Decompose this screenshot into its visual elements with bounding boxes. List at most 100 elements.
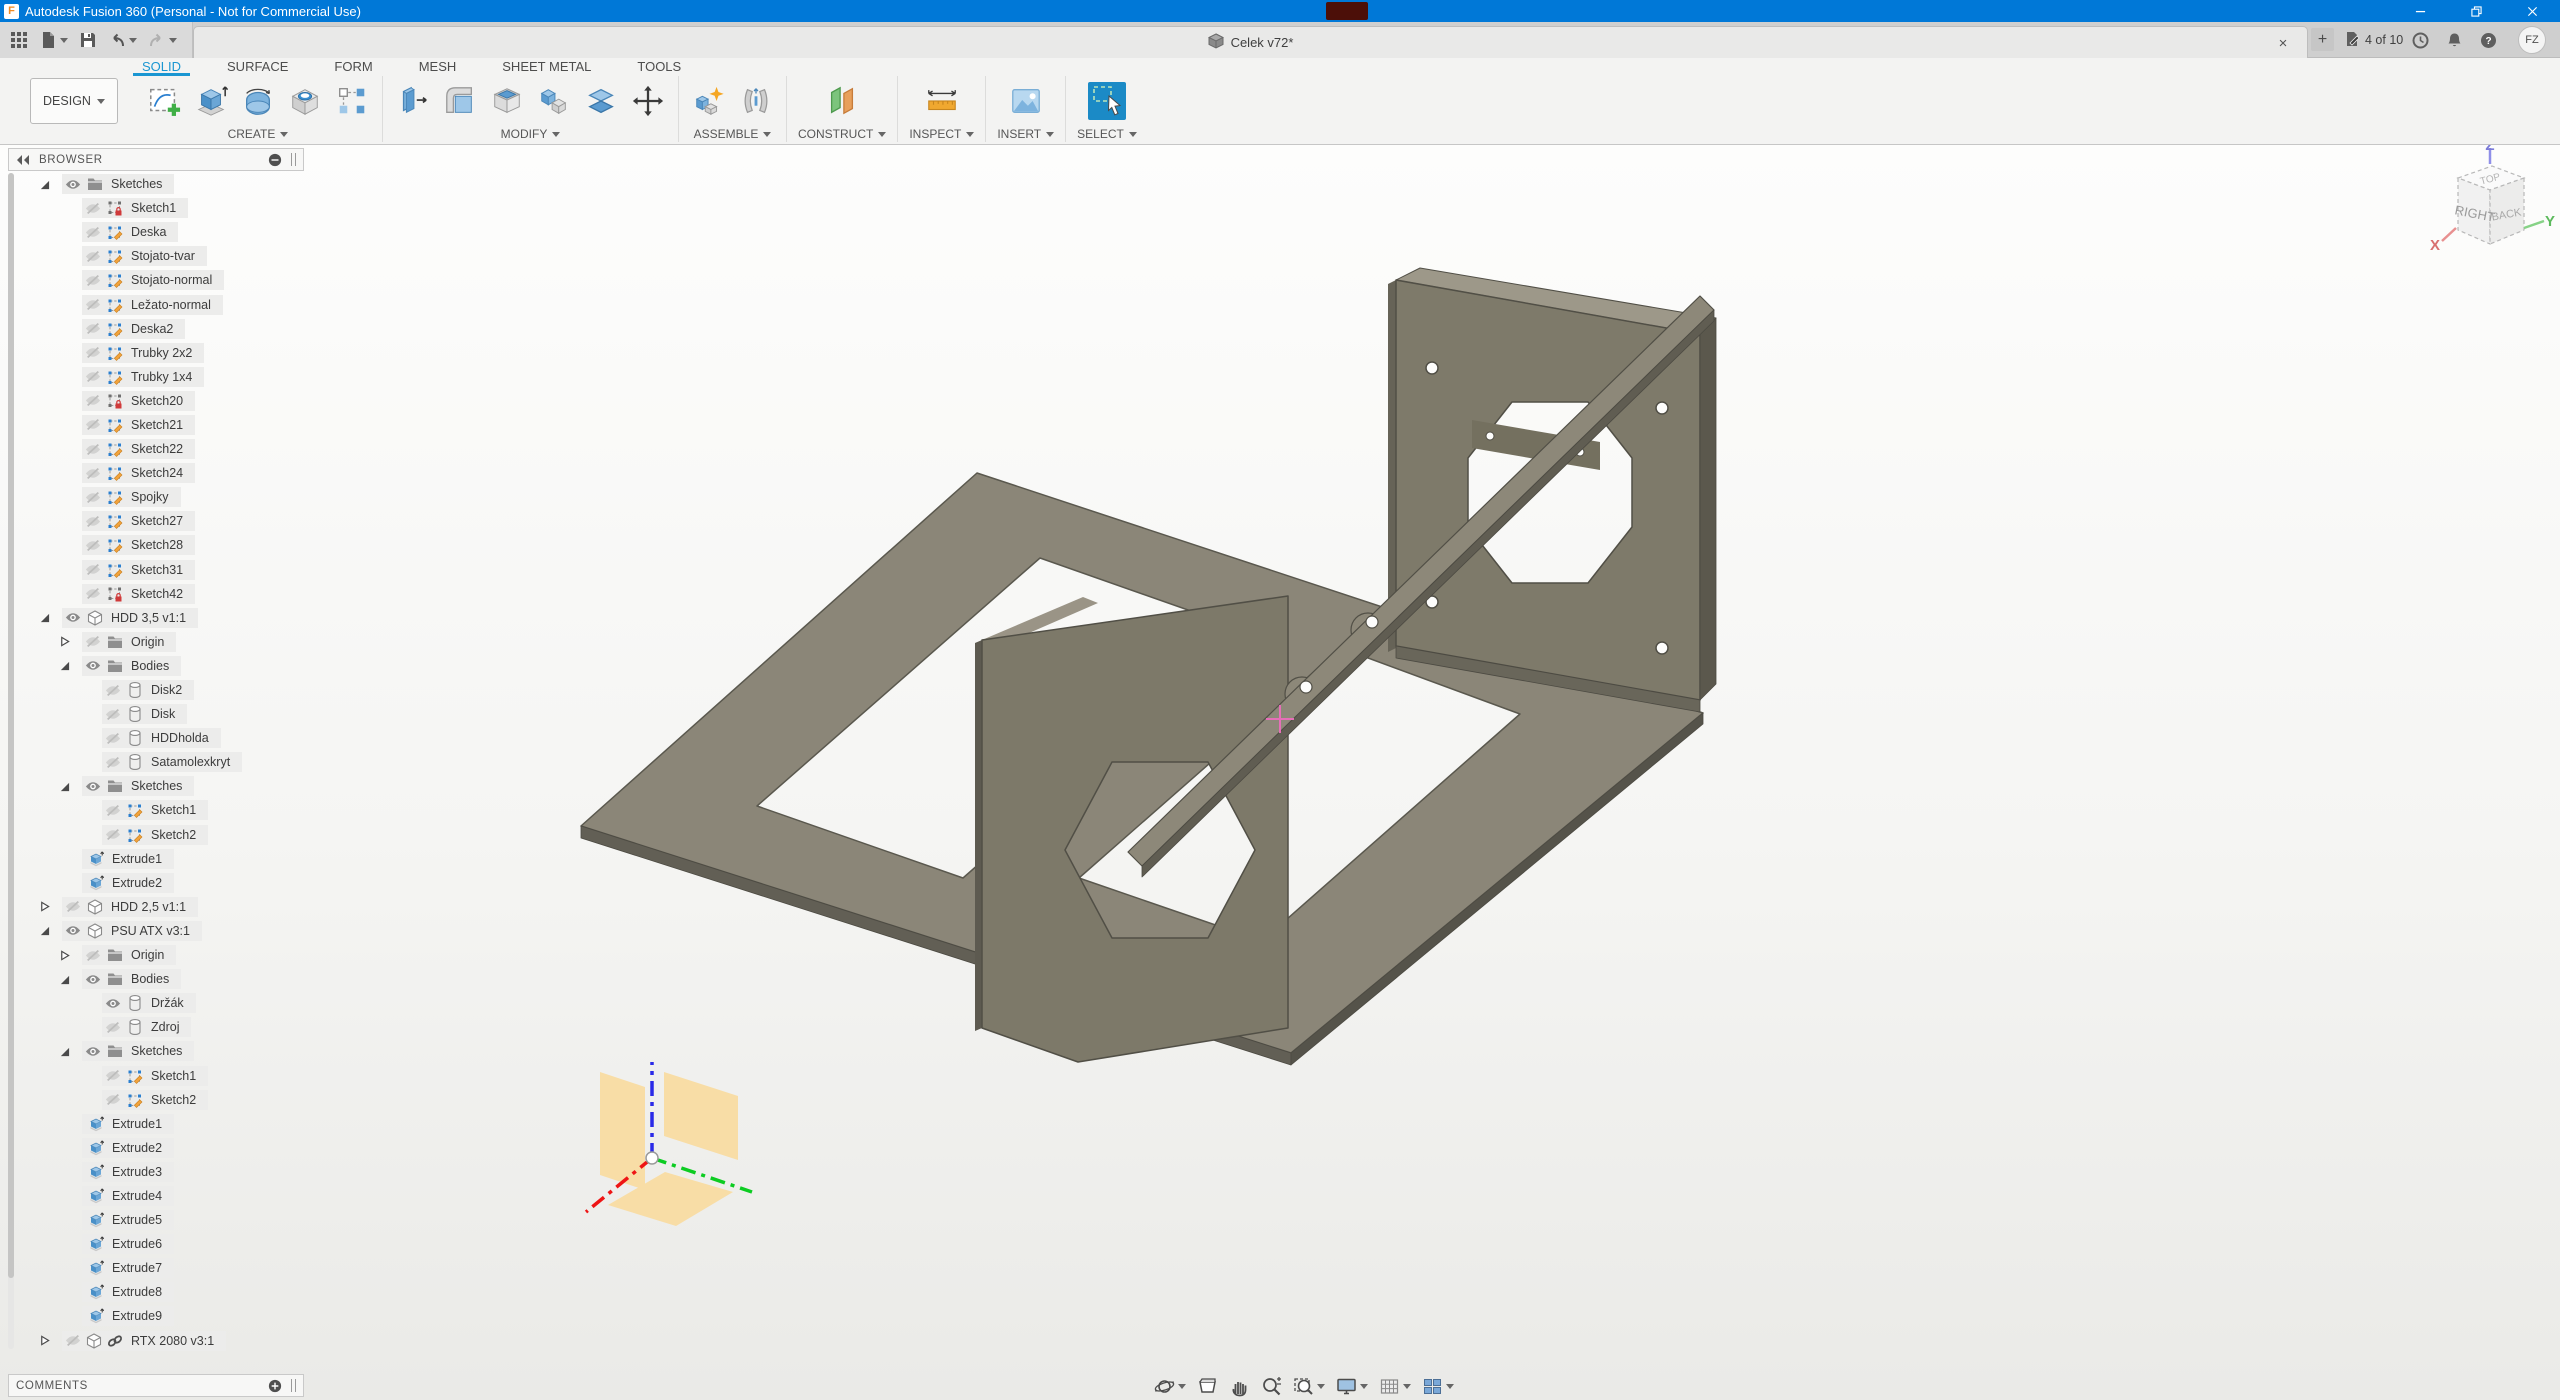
tree-item-sketch20[interactable]: Sketch20 (8, 389, 304, 413)
origin-point[interactable] (646, 1152, 658, 1164)
look-at-button[interactable] (1195, 1374, 1220, 1399)
visibility-on-icon[interactable] (85, 781, 104, 792)
visibility-off-icon[interactable] (105, 709, 124, 720)
visibility-off-icon[interactable] (85, 275, 104, 286)
tree-item-extrude7[interactable]: Extrude7 (8, 1256, 304, 1280)
save-button[interactable] (79, 31, 97, 49)
zoom-button[interactable] (1259, 1374, 1284, 1399)
expand-arrow-icon[interactable] (59, 636, 70, 647)
new-tab-button[interactable]: + (2311, 28, 2334, 51)
visibility-off-icon[interactable] (85, 323, 104, 334)
tree-item-extrude5[interactable]: Extrude5 (8, 1208, 304, 1232)
visibility-off-icon[interactable] (85, 564, 104, 575)
visibility-off-icon[interactable] (85, 299, 104, 310)
visibility-off-icon[interactable] (105, 733, 124, 744)
orbit-button[interactable] (1152, 1374, 1188, 1399)
ribbon-tab-mesh[interactable]: MESH (419, 59, 457, 74)
tree-item-origin[interactable]: Origin (8, 630, 304, 654)
fit-button[interactable] (1291, 1374, 1327, 1399)
collapse-arrow-icon[interactable] (59, 1046, 70, 1057)
tree-item-sketch1[interactable]: Sketch1 (8, 196, 304, 220)
visibility-off-icon[interactable] (85, 251, 104, 262)
workspace-selector[interactable]: DESIGN (30, 78, 118, 124)
visibility-off-icon[interactable] (85, 371, 104, 382)
origin-planes[interactable] (600, 1072, 738, 1226)
tree-item-disk2[interactable]: Disk2 (8, 678, 304, 702)
tree-item-satamolexkryt[interactable]: Satamolexkryt (8, 750, 304, 774)
tree-item-extrude1[interactable]: Extrude1 (8, 847, 304, 871)
tree-item-stojato-tvar[interactable]: Stojato-tvar (8, 244, 304, 268)
pan-button[interactable] (1227, 1374, 1252, 1399)
minimize-panel-icon[interactable] (268, 153, 282, 167)
visibility-off-icon[interactable] (85, 468, 104, 479)
tree-item-extrude2[interactable]: Extrude2 (8, 1136, 304, 1160)
tree-item-psu-atx-v3-1[interactable]: PSU ATX v3:1 (8, 919, 304, 943)
layout-grid-button[interactable] (1377, 1374, 1413, 1399)
tree-item-sketch21[interactable]: Sketch21 (8, 413, 304, 437)
tree-item-le-ato-normal[interactable]: Ležato-normal (8, 292, 304, 316)
redo-button[interactable] (148, 31, 177, 49)
visibility-off-icon[interactable] (85, 950, 104, 961)
visibility-off-icon[interactable] (65, 1335, 84, 1346)
tree-item-hdd-3-5-v1-1[interactable]: HDD 3,5 v1:1 (8, 606, 304, 630)
tree-item-deska[interactable]: Deska (8, 220, 304, 244)
tree-item-extrude9[interactable]: Extrude9 (8, 1304, 304, 1328)
model-bracket[interactable] (581, 268, 1716, 1065)
visibility-off-icon[interactable] (105, 685, 124, 696)
tree-item-origin[interactable]: Origin (8, 943, 304, 967)
group-label-create[interactable]: CREATE (228, 127, 289, 141)
tree-item-disk[interactable]: Disk (8, 702, 304, 726)
visibility-off-icon[interactable] (85, 419, 104, 430)
tree-item-zdroj[interactable]: Zdroj (8, 1015, 304, 1039)
visibility-off-icon[interactable] (85, 636, 104, 647)
tree-item-bodies[interactable]: Bodies (8, 967, 304, 991)
expand-arrow-icon[interactable] (59, 950, 70, 961)
visibility-off-icon[interactable] (85, 227, 104, 238)
notifications-button[interactable] (2446, 32, 2463, 49)
undo-button[interactable] (108, 31, 137, 49)
tree-item-hdd-2-5-v1-1[interactable]: HDD 2,5 v1:1 (8, 895, 304, 919)
ribbon-tab-form[interactable]: FORM (334, 59, 372, 74)
tree-item-sketch42[interactable]: Sketch42 (8, 582, 304, 606)
visibility-off-icon[interactable] (85, 347, 104, 358)
tree-item-sketch2[interactable]: Sketch2 (8, 1088, 304, 1112)
joint-button[interactable] (737, 77, 775, 125)
visibility-on-icon[interactable] (65, 179, 84, 190)
tree-item-sketch1[interactable]: Sketch1 (8, 1063, 304, 1087)
visibility-off-icon[interactable] (105, 1070, 124, 1081)
tree-item-trubky-2x2[interactable]: Trubky 2x2 (8, 341, 304, 365)
visibility-off-icon[interactable] (85, 540, 104, 551)
viewport-canvas[interactable]: RIGHT BACK TOP Z Y X (0, 145, 2560, 1400)
tree-item-extrude3[interactable]: Extrude3 (8, 1160, 304, 1184)
comments-resize-grip[interactable] (291, 1379, 296, 1392)
create-sketch-button[interactable] (145, 77, 183, 125)
visibility-on-icon[interactable] (85, 1046, 104, 1057)
offset-button[interactable] (582, 77, 620, 125)
tree-item-sketch22[interactable]: Sketch22 (8, 437, 304, 461)
restore-button[interactable] (2448, 0, 2504, 22)
hole-button[interactable] (286, 77, 324, 125)
collapse-arrow-icon[interactable] (59, 660, 70, 671)
add-comment-icon[interactable] (268, 1379, 282, 1393)
tree-item-sketch24[interactable]: Sketch24 (8, 461, 304, 485)
group-label-modify[interactable]: MODIFY (501, 127, 561, 141)
visibility-off-icon[interactable] (105, 805, 124, 816)
document-tab[interactable]: Celek v72* × (193, 26, 2308, 58)
collapse-arrow-icon[interactable] (39, 179, 50, 190)
ribbon-tab-solid[interactable]: SOLID (142, 59, 181, 74)
extrude-button[interactable] (192, 77, 230, 125)
visibility-on-icon[interactable] (65, 612, 84, 623)
visibility-off-icon[interactable] (105, 757, 124, 768)
tree-item-extrude1[interactable]: Extrude1 (8, 1112, 304, 1136)
pattern-button[interactable] (333, 77, 371, 125)
tree-item-sketches[interactable]: Sketches (8, 1039, 304, 1063)
tree-item-trubky-1x4[interactable]: Trubky 1x4 (8, 365, 304, 389)
tree-item-dr-k[interactable]: Držák (8, 991, 304, 1015)
shell-button[interactable] (488, 77, 526, 125)
collapse-arrow-icon[interactable] (39, 925, 50, 936)
group-label-construct[interactable]: CONSTRUCT (798, 127, 886, 141)
visibility-on-icon[interactable] (85, 974, 104, 985)
ribbon-tab-tools[interactable]: TOOLS (637, 59, 681, 74)
collapse-arrow-icon[interactable] (39, 612, 50, 623)
tree-item-extrude4[interactable]: Extrude4 (8, 1184, 304, 1208)
